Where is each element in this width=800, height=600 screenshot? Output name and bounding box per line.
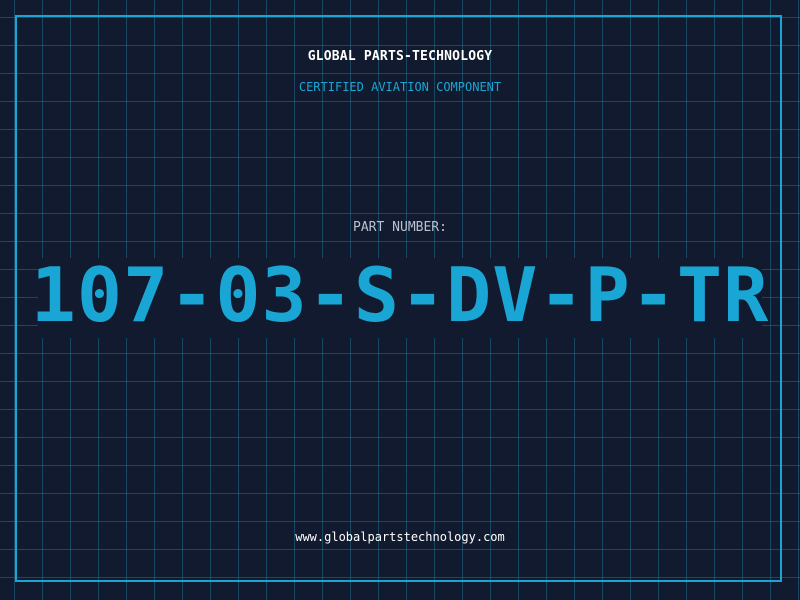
brand-name: GLOBAL PARTS-TECHNOLOGY	[307, 49, 493, 64]
website-url: www.globalpartstechnology.com	[295, 530, 505, 544]
certification-subtitle: CERTIFIED AVIATION COMPONENT	[298, 80, 502, 94]
part-label-card: GLOBAL PARTS-TECHNOLOGY CERTIFIED AVIATI…	[0, 0, 800, 600]
part-number-value: 107-03-S-DV-P-TR	[30, 251, 770, 339]
part-number-label: PART NUMBER:	[353, 220, 447, 235]
